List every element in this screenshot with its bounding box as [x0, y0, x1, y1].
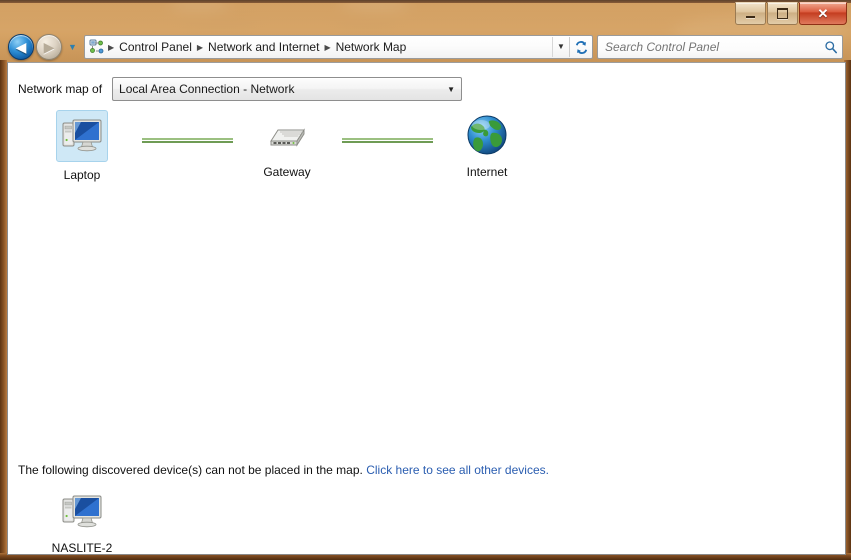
- computer-icon: [56, 110, 108, 162]
- refresh-button[interactable]: [569, 37, 592, 57]
- network-map-icon: [89, 39, 105, 55]
- search-input[interactable]: [598, 39, 820, 55]
- breadcrumb-item-network-and-internet[interactable]: Network and Internet: [204, 39, 323, 55]
- window-titlebar[interactable]: ✕ ◀ ▶ ▼ ▶ Control Panel ▶ Network and In…: [0, 0, 851, 62]
- see-all-other-devices-link[interactable]: Click here to see all other devices.: [366, 463, 549, 477]
- address-bar[interactable]: ▶ Control Panel ▶ Network and Internet ▶…: [84, 35, 593, 59]
- breadcrumb-separator[interactable]: ▶: [196, 43, 204, 52]
- search-box[interactable]: [597, 35, 843, 59]
- breadcrumb-item-control-panel[interactable]: Control Panel: [115, 39, 196, 55]
- search-icon[interactable]: [820, 40, 842, 54]
- breadcrumb-separator: ▶: [108, 42, 115, 52]
- network-map-of-label: Network map of: [18, 82, 103, 96]
- recent-pages-chevron-down-icon[interactable]: ▼: [66, 35, 79, 59]
- router-icon: [263, 111, 311, 159]
- forward-button[interactable]: ▶: [36, 34, 62, 60]
- topology-node-laptop[interactable]: Laptop: [30, 110, 134, 182]
- breadcrumb: ▶ Control Panel ▶ Network and Internet ▶…: [107, 39, 552, 55]
- other-devices-note: The following discovered device(s) can n…: [18, 463, 549, 477]
- address-dropdown-chevron-down-icon[interactable]: ▼: [552, 37, 569, 57]
- minimize-button[interactable]: [735, 2, 766, 25]
- other-device-item-naslite-2[interactable]: NASLITE-2: [30, 487, 134, 555]
- maximize-button[interactable]: [767, 2, 798, 25]
- other-devices-note-text: The following discovered device(s) can n…: [18, 463, 363, 477]
- topology-node-gateway[interactable]: Gateway: [235, 111, 339, 179]
- maximize-icon: [768, 3, 797, 24]
- network-select-chevron-down-icon[interactable]: ▼: [441, 85, 461, 94]
- breadcrumb-separator[interactable]: ▶: [323, 43, 331, 52]
- breadcrumb-item-network-map[interactable]: Network Map: [332, 39, 411, 55]
- titlebar-top-edge: [0, 0, 851, 3]
- minimize-icon: [736, 3, 765, 24]
- globe-icon: [463, 111, 511, 159]
- close-button[interactable]: ✕: [799, 2, 847, 25]
- back-arrow-icon: ◀: [15, 39, 27, 55]
- network-select[interactable]: Local Area Connection - Network ▼: [112, 77, 463, 101]
- network-select-value: Local Area Connection - Network: [119, 82, 295, 96]
- window-border-left: [0, 60, 7, 560]
- refresh-icon: [575, 40, 587, 54]
- topology-node-internet[interactable]: Internet: [435, 111, 539, 179]
- network-map-window: ✕ ◀ ▶ ▼ ▶ Control Panel ▶ Network and In…: [0, 0, 851, 560]
- topology-node-label: Gateway: [263, 165, 311, 179]
- topology-node-label: Internet: [466, 165, 508, 179]
- topology-link-laptop-gateway: [142, 138, 233, 143]
- caption-button-group: ✕: [734, 2, 847, 25]
- back-button[interactable]: ◀: [8, 34, 34, 60]
- computer-icon: [58, 487, 106, 535]
- other-device-label: NASLITE-2: [51, 541, 113, 555]
- forward-arrow-icon: ▶: [43, 39, 55, 55]
- close-icon: ✕: [817, 5, 829, 21]
- topology-node-label: Laptop: [63, 168, 101, 182]
- network-map-content: Network map of Local Area Connection - N…: [7, 62, 846, 555]
- navigation-row: ◀ ▶ ▼ ▶ Control Panel ▶ Network and Inte…: [0, 33, 851, 61]
- map-toolbar: Network map of Local Area Connection - N…: [8, 77, 845, 101]
- topology-link-gateway-internet: [342, 138, 433, 143]
- other-devices-list: NASLITE-2: [30, 487, 134, 555]
- network-topology-map: Laptop Gateway Internet: [8, 110, 845, 241]
